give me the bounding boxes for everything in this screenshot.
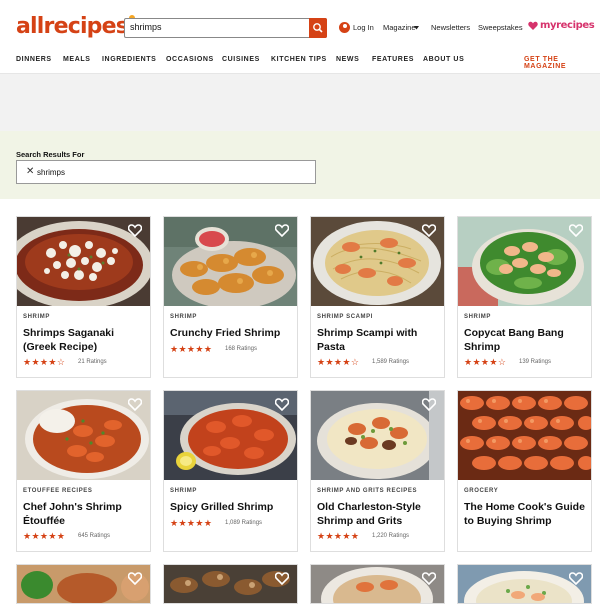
recipe-title[interactable]: Spicy Grilled Shrimp [170, 501, 294, 515]
favorite-heart-icon[interactable] [128, 398, 142, 411]
search-input-value: shrimps [130, 22, 162, 32]
nav-item-occasions[interactable]: OCCASIONS [166, 56, 214, 63]
recipe-title[interactable]: Copycat Bang Bang Shrimp [464, 327, 588, 354]
recipe-card[interactable] [457, 564, 592, 604]
recipe-title[interactable]: Shrimp Scampi with Pasta [317, 327, 441, 354]
nav-item-about-us[interactable]: ABOUT US [423, 56, 464, 63]
search-input[interactable]: shrimps [124, 18, 327, 38]
recipe-card[interactable]: SHRIMP Copycat Bang Bang Shrimp ★★★★☆ 13… [457, 216, 592, 378]
heart-icon [528, 21, 538, 30]
recipe-tag[interactable]: SHRIMP SCAMPI [317, 314, 373, 320]
favorite-heart-icon[interactable] [569, 224, 583, 237]
magazine-link[interactable]: Magazine [383, 23, 416, 32]
recipe-title[interactable]: Chef John's Shrimp Étouffée [23, 501, 147, 528]
sweepstakes-link[interactable]: Sweepstakes [478, 23, 523, 32]
nav-item-ingredients[interactable]: INGREDIENTS [102, 56, 156, 63]
rating-stars: ★★★★☆ [23, 357, 66, 367]
rating-stars: ★★★★★ [170, 344, 213, 354]
rating-stars: ★★★★★ [317, 531, 360, 541]
rating-stars: ★★★★☆ [317, 357, 360, 367]
article-card[interactable]: GROCERY The Home Cook's Guide to Buying … [457, 390, 592, 552]
article-tag[interactable]: GROCERY [464, 488, 498, 494]
recipe-card[interactable] [163, 564, 298, 604]
recipe-card[interactable]: SHRIMP Spicy Grilled Shrimp ★★★★★ 1,089 … [163, 390, 298, 552]
article-title[interactable]: The Home Cook's Guide to Buying Shrimp [464, 501, 588, 528]
allrecipes-logo[interactable]: allrecipes [16, 14, 136, 39]
rating-stars: ★★★★★ [170, 518, 213, 528]
ratings-count: 1,220 Ratings [372, 533, 410, 539]
clear-icon[interactable]: ✕ [26, 166, 34, 177]
search-icon [313, 23, 323, 33]
ratings-count: 139 Ratings [519, 359, 552, 365]
recipe-card[interactable]: ETOUFFEE RECIPES Chef John's Shrimp Étou… [16, 390, 151, 552]
nav-item-dinners[interactable]: DINNERS [16, 56, 52, 63]
favorite-heart-icon[interactable] [275, 398, 289, 411]
myrecipes-logo[interactable]: myrecipes [540, 20, 595, 31]
recipe-card[interactable]: SHRIMP SCAMPI Shrimp Scampi with Pasta ★… [310, 216, 445, 378]
search-results-input[interactable]: ✕ shrimps [16, 160, 316, 184]
recipe-title[interactable]: Shrimps Saganaki (Greek Recipe) [23, 327, 147, 354]
favorite-heart-icon[interactable] [128, 224, 142, 237]
get-magazine-link[interactable]: GET THE MAGAZINE [524, 56, 600, 70]
search-results-label: Search Results For [16, 150, 85, 159]
rating-stars: ★★★★☆ [464, 357, 507, 367]
recipe-tag[interactable]: SHRIMP [170, 488, 197, 494]
recipe-tag[interactable]: SHRIMP [464, 314, 491, 320]
favorite-heart-icon[interactable] [422, 224, 436, 237]
recipe-card[interactable]: SHRIMP AND GRITS RECIPES Old Charleston-… [310, 390, 445, 552]
login-link[interactable]: Log In [353, 23, 374, 32]
chevron-down-icon [414, 26, 419, 30]
recipe-card[interactable] [16, 564, 151, 604]
ratings-count: 168 Ratings [225, 346, 258, 352]
article-image [458, 391, 591, 480]
recipe-card[interactable]: SHRIMP Crunchy Fried Shrimp ★★★★★ 168 Ra… [163, 216, 298, 378]
logo-text: allrecipes [16, 14, 129, 39]
recipe-card[interactable] [310, 564, 445, 604]
recipe-tag[interactable]: SHRIMP [23, 314, 50, 320]
site-header: allrecipes shrimps Log In Magazine Newsl… [0, 0, 600, 74]
nav-item-news[interactable]: NEWS [336, 56, 359, 63]
ratings-count: 1,089 Ratings [225, 520, 263, 526]
recipe-tag[interactable]: SHRIMP [170, 314, 197, 320]
favorite-heart-icon[interactable] [275, 224, 289, 237]
recipe-tag[interactable]: SHRIMP AND GRITS RECIPES [317, 488, 417, 494]
user-icon[interactable] [339, 22, 350, 33]
nav-item-features[interactable]: FEATURES [372, 56, 414, 63]
recipe-card[interactable]: SHRIMP Shrimps Saganaki (Greek Recipe) ★… [16, 216, 151, 378]
search-button[interactable] [309, 18, 327, 38]
recipe-title[interactable]: Crunchy Fried Shrimp [170, 327, 294, 341]
favorite-heart-icon[interactable] [128, 572, 142, 585]
main-nav: DINNERS MEALS INGREDIENTS OCCASIONS CUIS… [0, 56, 600, 70]
ratings-count: 21 Ratings [78, 359, 107, 365]
favorite-heart-icon[interactable] [275, 572, 289, 585]
ratings-count: 645 Ratings [78, 533, 111, 539]
favorite-heart-icon[interactable] [422, 398, 436, 411]
recipe-tag[interactable]: ETOUFFEE RECIPES [23, 488, 93, 494]
favorite-heart-icon[interactable] [422, 572, 436, 585]
nav-item-cuisines[interactable]: CUISINES [222, 56, 260, 63]
newsletters-link[interactable]: Newsletters [431, 23, 470, 32]
rating-stars: ★★★★★ [23, 531, 66, 541]
nav-item-meals[interactable]: MEALS [63, 56, 91, 63]
ratings-count: 1,589 Ratings [372, 359, 410, 365]
search-query: shrimps [37, 168, 66, 177]
favorite-heart-icon[interactable] [569, 572, 583, 585]
ad-placeholder [0, 74, 600, 131]
recipe-title[interactable]: Old Charleston-Style Shrimp and Grits [317, 501, 441, 528]
nav-item-kitchen-tips[interactable]: KITCHEN TIPS [271, 56, 327, 63]
